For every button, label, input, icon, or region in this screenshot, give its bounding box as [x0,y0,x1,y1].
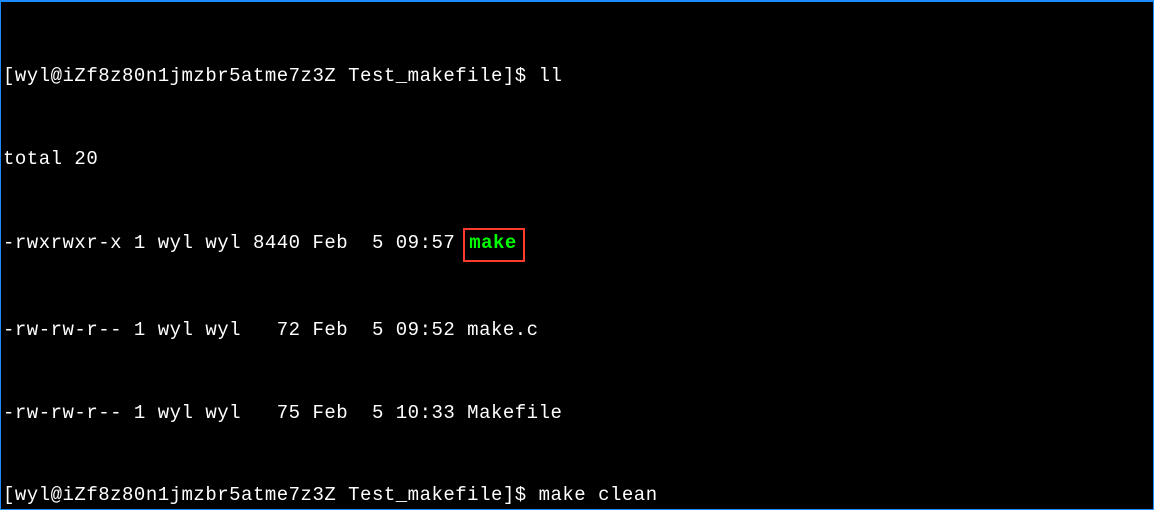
terminal-window[interactable]: [wyl@iZf8z80n1jmzbr5atme7z3Z Test_makefi… [0,0,1154,510]
list-row: -rwxrwxr-x 1 wyl wyl 8440 Feb 5 09:57 ma… [3,228,1151,262]
prompt-line: [wyl@iZf8z80n1jmzbr5atme7z3Z Test_makefi… [3,63,1151,91]
total-line: total 20 [3,146,1151,174]
shell-prompt: [wyl@iZf8z80n1jmzbr5atme7z3Z Test_makefi… [3,484,539,506]
terminal-output[interactable]: [wyl@iZf8z80n1jmzbr5atme7z3Z Test_makefi… [3,8,1151,510]
list-row: -rw-rw-r-- 1 wyl wyl 75 Feb 5 10:33 Make… [3,400,1151,428]
list-row: -rw-rw-r-- 1 wyl wyl 72 Feb 5 09:52 make… [3,317,1151,345]
highlight-box: make [463,228,525,262]
shell-prompt: [wyl@iZf8z80n1jmzbr5atme7z3Z Test_makefi… [3,65,539,87]
command-text: ll [539,65,563,87]
file-perms: -rwxrwxr-x 1 wyl wyl 8440 Feb 5 09:57 [3,232,467,254]
prompt-line: [wyl@iZf8z80n1jmzbr5atme7z3Z Test_makefi… [3,482,1151,510]
file-name-executable: make [469,232,517,254]
command-text: make clean [539,484,658,506]
